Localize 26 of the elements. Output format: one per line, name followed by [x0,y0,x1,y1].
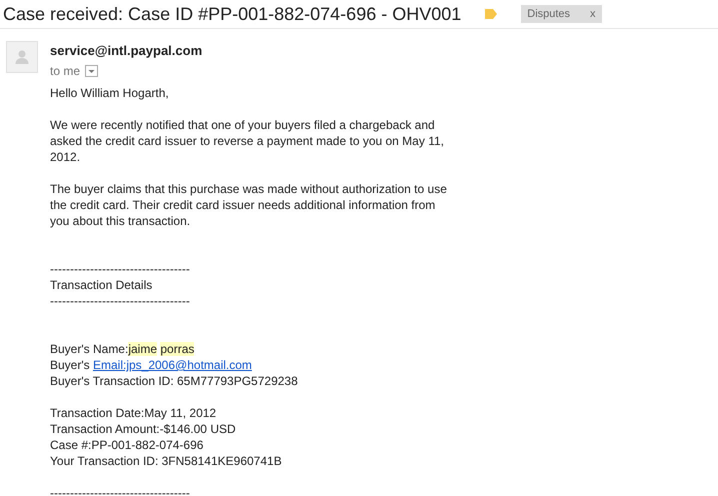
label-text[interactable]: Disputes [527,8,570,20]
body-text: Buyer's Transaction ID: 65M77793PG5729238 [50,373,298,389]
email-subject: Case received: Case ID #PP-001-882-074-696 - OHV001 [3,4,462,24]
avatar-icon [6,41,38,73]
body-text: Transaction Details [50,277,152,293]
remove-label-button[interactable]: x [590,8,596,20]
body-text: Buyer's Email:jps_2006@hotmail.com [50,357,252,373]
details-dropdown-icon[interactable] [85,65,98,77]
body-text: Hello William Hogarth, [50,85,169,101]
body-text: the credit card. Their credit card issuer needs additional information from [50,197,436,213]
sender-email: service@intl.paypal.com [50,43,204,59]
body-text: We were recently notified that one of your buyers filed a chargeback and [50,117,435,133]
recipient-text: to me [50,64,80,78]
body-text: Case #:PP-001-882-074-696 [50,437,204,453]
body-text: Your Transaction ID: 3FN58141KE960741B [50,453,282,469]
body-text: you about this transaction. [50,213,190,229]
body-text: Transaction Date:May 11, 2012 [50,405,216,421]
body-text: The buyer claims that this purchase was made without authorization to use [50,181,447,197]
body-text: 2012. [50,149,80,165]
body-text: ----------------------------------- [50,485,190,496]
body-text: Transaction Amount:-$146.00 USD [50,421,236,437]
body-text: asked the credit card issuer to reverse a payment made to you on May 11, [50,133,444,149]
body-text: ----------------------------------- [50,293,190,309]
body-text: Buyer's Name:jaime porras [50,341,194,357]
body-text: ----------------------------------- [50,261,190,277]
email-link[interactable]: Email:jps_2006@hotmail.com [92,358,252,372]
